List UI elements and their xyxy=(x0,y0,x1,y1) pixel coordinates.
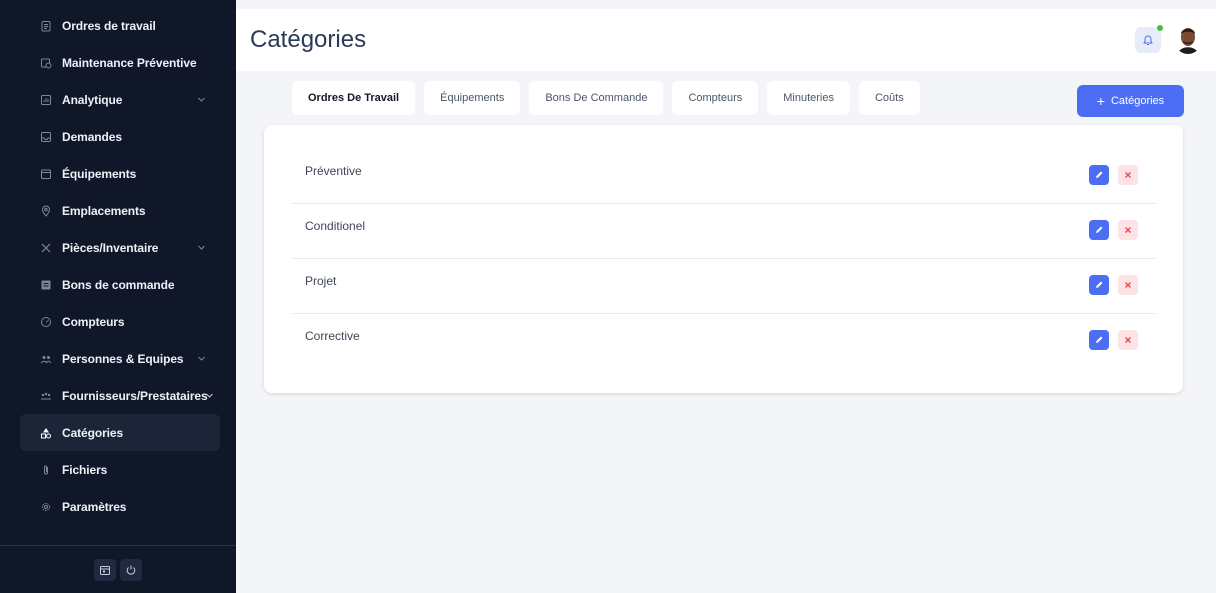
chart-icon xyxy=(40,94,52,106)
sidebar-item-equipements[interactable]: Équipements xyxy=(20,155,220,192)
close-icon xyxy=(1125,282,1131,288)
tab-minuteries[interactable]: Minuteries xyxy=(767,81,850,115)
sidebar-item-label: Catégories xyxy=(62,425,124,440)
notification-dot xyxy=(1157,25,1163,31)
sidebar-item-categories[interactable]: Catégories xyxy=(20,414,220,451)
delete-button[interactable] xyxy=(1118,165,1138,185)
sidebar-item-bons-de-commande[interactable]: Bons de commande xyxy=(20,266,220,303)
sidebar-item-emplacements[interactable]: Emplacements xyxy=(20,192,220,229)
sidebar-item-pieces-inventaire[interactable]: Pièces/Inventaire xyxy=(20,229,220,266)
pencil-icon xyxy=(1096,281,1103,288)
close-icon xyxy=(1125,227,1131,233)
calendar-icon xyxy=(100,565,110,575)
chevron-down-icon xyxy=(197,95,206,104)
sidebar-item-label: Équipements xyxy=(62,166,137,181)
pencil-icon xyxy=(1096,336,1103,343)
edit-button[interactable] xyxy=(1089,220,1109,240)
categories-icon xyxy=(40,427,52,439)
clipboard-icon xyxy=(40,20,52,32)
sidebar-footer xyxy=(0,545,236,593)
category-name: Projet xyxy=(305,274,337,288)
sidebar-item-analytique[interactable]: Analytique xyxy=(20,81,220,118)
sidebar-item-label: Maintenance Préventive xyxy=(62,55,197,70)
bell-icon xyxy=(1143,35,1153,45)
paperclip-icon xyxy=(40,464,52,476)
gear-icon xyxy=(40,501,52,513)
page-header: Catégories xyxy=(236,9,1216,71)
page-title: Catégories xyxy=(250,26,367,53)
main-content: Catégories Ordres De Travail Équipements… xyxy=(236,0,1216,593)
location-pin-icon xyxy=(40,205,52,217)
inbox-icon xyxy=(40,131,52,143)
delete-button[interactable] xyxy=(1118,275,1138,295)
sidebar: Ordres de travail Maintenance Préventive… xyxy=(0,0,236,593)
tools-icon xyxy=(40,242,52,254)
list-item: Corrective xyxy=(292,314,1156,369)
tab-compteurs[interactable]: Compteurs xyxy=(672,81,759,115)
sidebar-item-demandes[interactable]: Demandes xyxy=(20,118,220,155)
sidebar-item-fournisseurs-prestataires[interactable]: Fournisseurs/Prestataires xyxy=(20,377,220,414)
add-category-button[interactable]: + Catégories xyxy=(1077,85,1184,117)
add-category-label: Catégories xyxy=(1110,95,1165,107)
gauge-icon xyxy=(40,316,52,328)
close-icon xyxy=(1125,337,1131,343)
sidebar-item-label: Compteurs xyxy=(62,314,125,329)
calendar-button[interactable] xyxy=(94,558,116,581)
sidebar-item-parametres[interactable]: Paramètres xyxy=(20,488,220,525)
avatar[interactable] xyxy=(1174,24,1202,54)
people-icon xyxy=(40,353,52,365)
vendors-icon xyxy=(40,390,52,402)
tab-couts[interactable]: Coûts xyxy=(858,81,920,115)
chevron-down-icon xyxy=(197,354,206,363)
sidebar-item-fichiers[interactable]: Fichiers xyxy=(20,451,220,488)
tab-bons-de-commande[interactable]: Bons De Commande xyxy=(529,81,664,115)
tab-equipements[interactable]: Équipements xyxy=(424,81,521,115)
sidebar-item-compteurs[interactable]: Compteurs xyxy=(20,303,220,340)
list-item: Préventive xyxy=(292,149,1156,204)
sidebar-item-label: Demandes xyxy=(62,129,122,144)
sidebar-nav: Ordres de travail Maintenance Préventive… xyxy=(20,7,220,525)
category-tabs: Ordres De Travail Équipements Bons De Co… xyxy=(292,81,920,115)
notifications-button[interactable] xyxy=(1135,25,1163,53)
plus-icon: + xyxy=(1096,93,1105,109)
category-name: Préventive xyxy=(305,164,362,178)
chevron-down-icon xyxy=(205,391,214,400)
category-name: Corrective xyxy=(305,329,360,343)
sidebar-item-personnes-equipes[interactable]: Personnes & Equipes xyxy=(20,340,220,377)
document-icon xyxy=(40,279,52,291)
pencil-icon xyxy=(1096,226,1103,233)
user-avatar-icon xyxy=(1174,24,1202,54)
pencil-icon xyxy=(1096,171,1103,178)
logout-button[interactable] xyxy=(120,558,142,581)
sidebar-item-label: Fichiers xyxy=(62,462,108,477)
sidebar-item-label: Analytique xyxy=(62,92,123,107)
edit-button[interactable] xyxy=(1089,165,1109,185)
sidebar-item-label: Bons de commande xyxy=(62,277,175,292)
sidebar-item-label: Fournisseurs/Prestataires xyxy=(62,388,208,403)
sidebar-item-label: Personnes & Equipes xyxy=(62,351,184,366)
list-item: Projet xyxy=(292,259,1156,314)
calendar-clock-icon xyxy=(40,57,52,69)
power-icon xyxy=(126,565,136,575)
sidebar-item-label: Emplacements xyxy=(62,203,146,218)
edit-button[interactable] xyxy=(1089,275,1109,295)
sidebar-item-ordres-de-travail[interactable]: Ordres de travail xyxy=(20,7,220,44)
tab-ordres-de-travail[interactable]: Ordres De Travail xyxy=(292,81,416,115)
box-icon xyxy=(40,168,52,180)
list-item: Conditionel xyxy=(292,204,1156,259)
chevron-down-icon xyxy=(197,243,206,252)
close-icon xyxy=(1125,172,1131,178)
sidebar-item-label: Ordres de travail xyxy=(62,18,156,33)
categories-list: Préventive Conditionel Projet Corrective xyxy=(264,125,1183,393)
sidebar-item-label: Paramètres xyxy=(62,499,127,514)
delete-button[interactable] xyxy=(1118,220,1138,240)
sidebar-item-label: Pièces/Inventaire xyxy=(62,240,159,255)
sidebar-item-maintenance-preventive[interactable]: Maintenance Préventive xyxy=(20,44,220,81)
delete-button[interactable] xyxy=(1118,330,1138,350)
category-name: Conditionel xyxy=(305,219,366,233)
edit-button[interactable] xyxy=(1089,330,1109,350)
